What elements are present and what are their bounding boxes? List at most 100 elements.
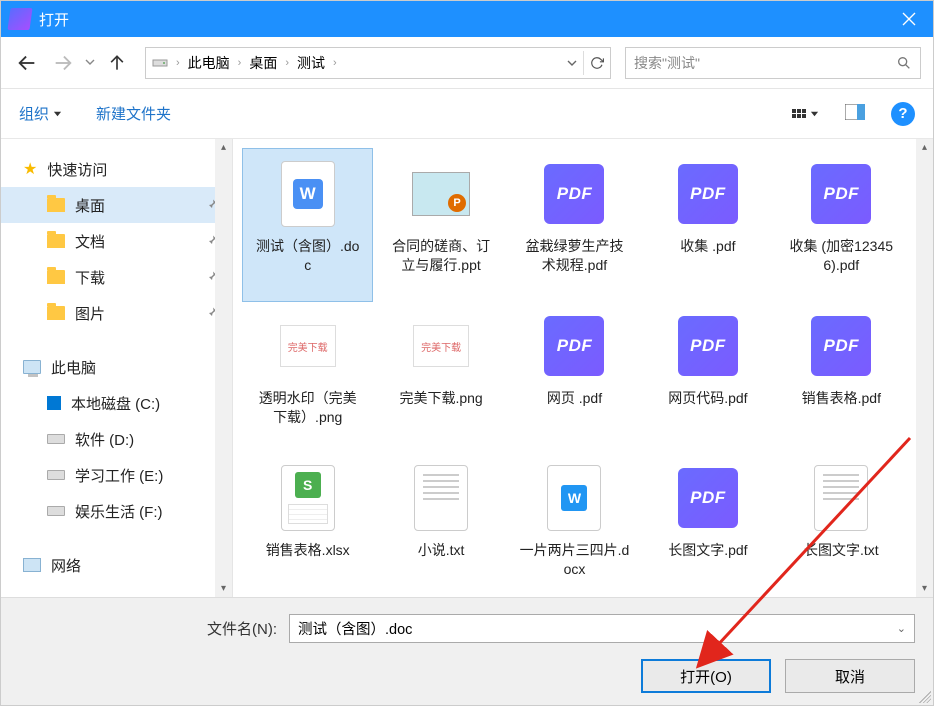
file-item[interactable]: PDF 收集 .pdf [643, 149, 772, 301]
file-item[interactable]: P 合同的磋商、订立与履行.ppt [376, 149, 505, 301]
file-name: 合同的磋商、订立与履行.ppt [386, 237, 496, 275]
png-icon: 完美下载 [280, 325, 336, 367]
grid-icon [792, 109, 806, 118]
refresh-icon[interactable] [590, 56, 604, 70]
txt-icon [414, 465, 468, 531]
chevron-down-icon[interactable] [567, 58, 577, 68]
sidebar-network[interactable]: 网络 [1, 547, 232, 583]
pdf-icon: PDF [811, 316, 871, 376]
file-name: 长图文字.txt [804, 541, 879, 560]
file-name: 销售表格.xlsx [266, 541, 350, 560]
png-icon: 完美下载 [413, 325, 469, 367]
cancel-button[interactable]: 取消 [785, 659, 915, 693]
txt-icon [814, 465, 868, 531]
file-item[interactable]: 长图文字.txt [777, 453, 906, 597]
file-item[interactable]: S销售表格.xlsx [243, 453, 372, 597]
file-item[interactable]: W 一片两片三四片.docx [510, 453, 639, 597]
scroll-up-icon[interactable]: ▴ [922, 139, 927, 156]
file-name: 收集 (加密123456).pdf [786, 237, 896, 275]
search-input[interactable]: 搜索"测试" [625, 47, 921, 79]
file-scrollbar[interactable]: ▴ ▾ [916, 139, 933, 597]
file-item[interactable]: 小说.txt [376, 453, 505, 597]
open-dialog: 打开 › 此电脑 › 桌面 › 测试 › [0, 0, 934, 706]
file-name: 盆栽绿萝生产技术规程.pdf [519, 237, 629, 275]
toolbar: 组织 新建文件夹 ? [1, 89, 933, 139]
sidebar-item-drive-e[interactable]: 学习工作 (E:) [1, 457, 232, 493]
chevron-right-icon: › [285, 57, 289, 69]
breadcrumb-item[interactable]: 此电脑 [188, 53, 230, 73]
pdf-icon: PDF [544, 164, 604, 224]
ppt-icon: P [412, 172, 470, 216]
scroll-down-icon[interactable]: ▾ [922, 580, 927, 597]
sidebar-item-drive-f[interactable]: 娱乐生活 (F:) [1, 493, 232, 529]
file-name: 销售表格.pdf [802, 389, 881, 408]
scroll-down-icon[interactable]: ▾ [221, 580, 226, 597]
file-name: 完美下载.png [399, 389, 482, 408]
app-logo-icon [7, 8, 32, 30]
sidebar-item-drive-c[interactable]: 本地磁盘 (C:) [1, 385, 232, 421]
chevron-down-icon [53, 109, 62, 118]
file-name: 测试（含图）.doc [253, 237, 363, 275]
filename-input[interactable]: 测试（含图）.doc ⌄ [289, 614, 915, 643]
file-name: 收集 .pdf [680, 237, 735, 256]
disk-icon [152, 55, 168, 71]
breadcrumb-item[interactable]: 测试 [297, 53, 325, 73]
resize-handle[interactable] [919, 691, 931, 703]
folder-icon [47, 270, 65, 284]
forward-button[interactable] [49, 49, 77, 77]
file-item[interactable]: PDF收集 (加密123456).pdf [777, 149, 906, 301]
window-title: 打开 [39, 9, 885, 30]
close-button[interactable] [885, 1, 933, 37]
view-mode-button[interactable] [792, 109, 819, 118]
new-folder-button[interactable]: 新建文件夹 [96, 103, 171, 124]
chevron-right-icon: › [238, 57, 242, 69]
drive-icon [47, 470, 65, 480]
pdf-icon: PDF [678, 164, 738, 224]
network-icon [23, 558, 41, 572]
filename-label: 文件名(N): [207, 618, 277, 639]
file-item[interactable]: PDF 网页 .pdf [510, 301, 639, 453]
sidebar-quick-access[interactable]: ★ 快速访问 [1, 151, 232, 187]
file-item[interactable]: 完美下载透明水印（完美下载）.png [243, 301, 372, 453]
file-item[interactable]: 完美下载完美下载.png [376, 301, 505, 453]
titlebar: 打开 [1, 1, 933, 37]
sidebar-this-pc[interactable]: 此电脑 [1, 349, 232, 385]
file-item[interactable]: PDF 长图文字.pdf [643, 453, 772, 597]
folder-icon [47, 198, 65, 212]
chevron-down-icon[interactable]: ⌄ [897, 622, 906, 635]
sidebar-item-desktop[interactable]: 桌面 [1, 187, 232, 223]
search-icon [896, 55, 912, 71]
folder-icon [47, 306, 65, 320]
scroll-up-icon[interactable]: ▴ [221, 139, 226, 156]
sidebar-item-drive-d[interactable]: 软件 (D:) [1, 421, 232, 457]
history-dropdown[interactable] [85, 54, 95, 72]
sidebar-item-documents[interactable]: 文档 [1, 223, 232, 259]
file-item[interactable]: PDF网页代码.pdf [643, 301, 772, 453]
pc-icon [23, 360, 41, 374]
preview-pane-button[interactable] [845, 104, 865, 124]
file-item[interactable]: W测试（含图）.doc [243, 149, 372, 301]
file-item[interactable]: PDF 盆栽绿萝生产技术规程.pdf [510, 149, 639, 301]
sidebar-item-downloads[interactable]: 下载 [1, 259, 232, 295]
navigation-bar: › 此电脑 › 桌面 › 测试 › 搜索"测试" [1, 37, 933, 89]
sidebar-item-pictures[interactable]: 图片 [1, 295, 232, 331]
file-name: 一片两片三四片.docx [519, 541, 629, 579]
file-item[interactable]: PDF 销售表格.pdf [777, 301, 906, 453]
folder-icon [47, 234, 65, 248]
open-button[interactable]: 打开(O) [641, 659, 771, 693]
star-icon: ★ [23, 159, 37, 179]
file-name: 网页 .pdf [547, 389, 602, 408]
pdf-icon: PDF [544, 316, 604, 376]
breadcrumb-item[interactable]: 桌面 [249, 53, 277, 73]
pdf-icon: PDF [678, 468, 738, 528]
breadcrumb[interactable]: › 此电脑 › 桌面 › 测试 › [145, 47, 611, 79]
docx-icon: W [547, 465, 601, 531]
sidebar-scrollbar[interactable]: ▴ ▾ [215, 139, 232, 597]
up-button[interactable] [103, 49, 131, 77]
file-name: 长图文字.pdf [668, 541, 747, 560]
footer: 文件名(N): 测试（含图）.doc ⌄ 打开(O) 取消 [1, 597, 933, 705]
back-button[interactable] [13, 49, 41, 77]
search-placeholder: 搜索"测试" [634, 53, 700, 73]
help-button[interactable]: ? [891, 102, 915, 126]
organize-menu[interactable]: 组织 [19, 103, 62, 124]
